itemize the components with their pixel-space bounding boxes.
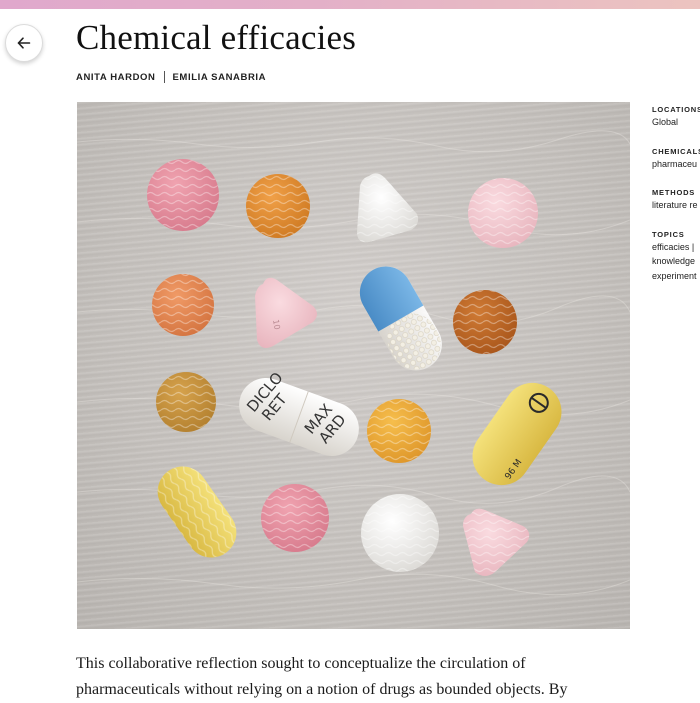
meta-label: METHODS <box>652 188 696 197</box>
capsule-diclo: DICLO RET MAX ARD <box>239 369 359 456</box>
pill-ochre-round <box>156 372 216 432</box>
pill-salmon-round <box>152 274 214 336</box>
pill-lightpink-round <box>468 178 538 248</box>
hero-image: 10 DICLO RET MAX ARD 96 M <box>77 102 630 629</box>
body-line: This collaborative reflection sought to … <box>76 655 526 672</box>
meta-value-link[interactable]: literature re <box>652 198 700 213</box>
page-title: Chemical efficacies <box>76 18 357 57</box>
pill-pink-round-small <box>261 484 329 552</box>
pill-pink-triangle-small <box>463 508 530 576</box>
meta-label: LOCATIONS <box>652 105 700 114</box>
author-name: EMILIA SANABRIA <box>172 71 267 83</box>
pill-pink-triangle: 10 <box>255 277 317 348</box>
meta-methods: METHODS literature re <box>652 187 700 213</box>
pill-brown-round <box>453 290 517 354</box>
meta-value-link[interactable]: experiment <box>652 269 700 284</box>
pill-orange-round <box>246 174 310 238</box>
meta-value-link[interactable]: Global <box>652 115 700 130</box>
svg-text:10: 10 <box>271 319 282 331</box>
author-list: ANITA HARDON EMILIA SANABRIA <box>76 71 266 83</box>
meta-value-link[interactable]: knowledge <box>652 254 700 269</box>
meta-label: CHEMICALS <box>652 146 700 156</box>
arrow-left-icon <box>17 37 31 49</box>
pill-gold-round <box>367 399 431 463</box>
body-line: pharmaceuticals without relying on a not… <box>76 681 568 698</box>
meta-locations: LOCATIONS Global <box>652 104 700 130</box>
meta-label: TOPICS <box>652 229 685 239</box>
capsule-yellow-left <box>157 466 237 558</box>
pills-illustration: 10 DICLO RET MAX ARD 96 M <box>77 130 630 596</box>
top-accent-bar <box>0 0 700 9</box>
capsule-blue-white <box>359 266 442 371</box>
meta-chemicals: CHEMICALS pharmaceu <box>652 146 700 172</box>
back-button[interactable] <box>5 24 43 62</box>
pill-pink-round <box>147 159 219 231</box>
meta-value-link[interactable]: pharmaceu <box>652 157 700 172</box>
article-metadata: LOCATIONS Global CHEMICALS pharmaceu MET… <box>652 104 700 299</box>
capsule-yellow-right: 96 M <box>472 382 562 486</box>
article-body: This collaborative reflection sought to … <box>76 651 636 703</box>
meta-topics: TOPICS efficacies | knowledge experiment <box>652 229 700 284</box>
author-name[interactable]: ANITA HARDON <box>76 72 156 83</box>
meta-value-link[interactable]: efficacies | <box>652 240 700 255</box>
author-separator <box>163 71 165 83</box>
pill-white-triangle <box>357 173 419 243</box>
pill-white-round <box>361 494 439 572</box>
